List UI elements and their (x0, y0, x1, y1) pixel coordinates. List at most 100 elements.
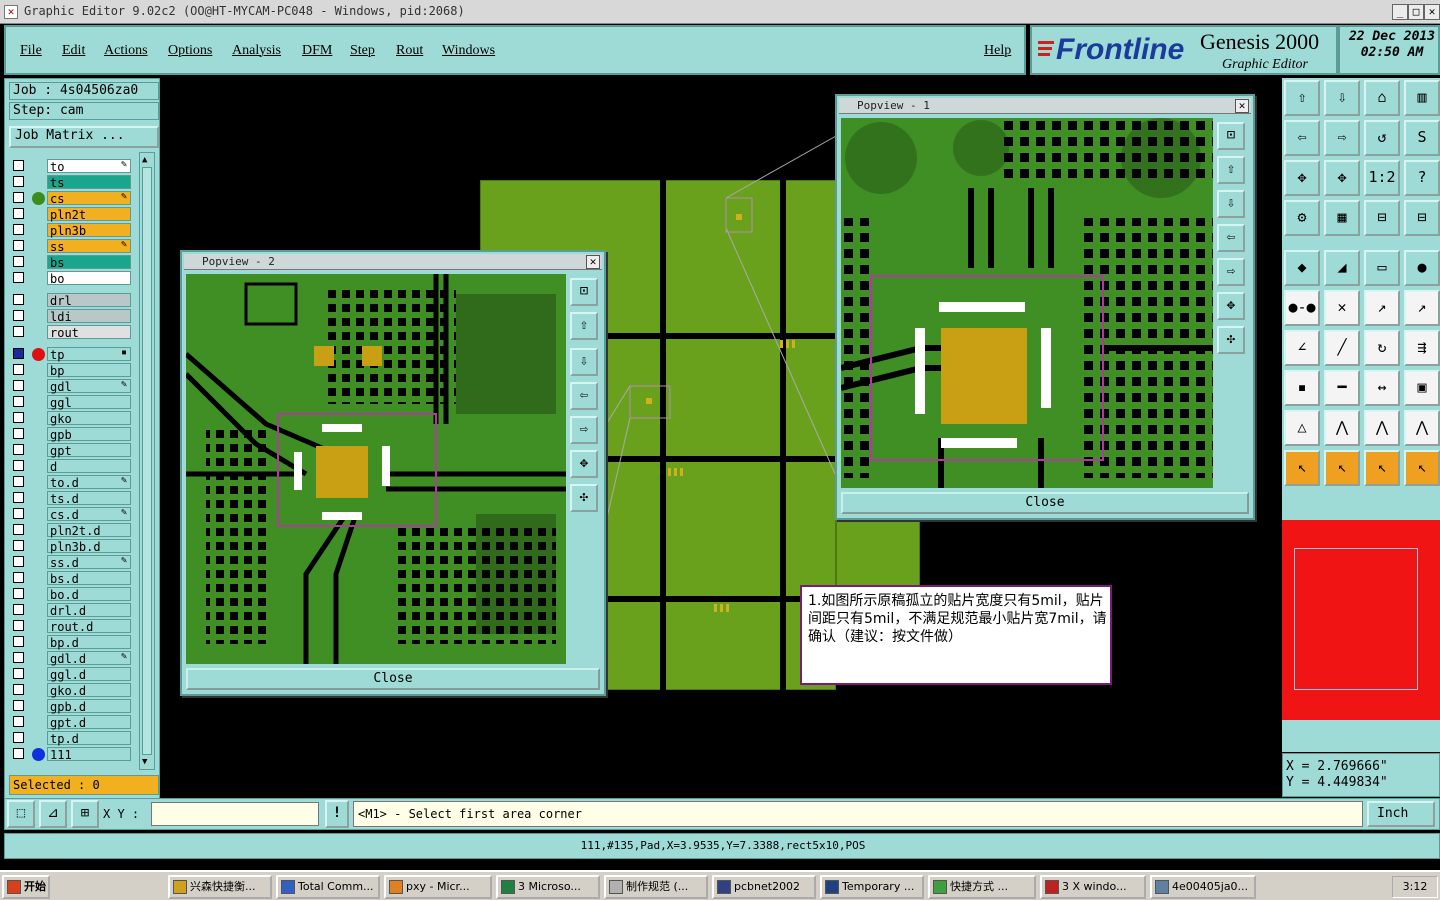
layer-name[interactable]: d (47, 459, 131, 474)
layer-name[interactable]: ggl.d (47, 667, 131, 682)
layer-row-drl[interactable]: drl (13, 293, 133, 308)
layer-row-tp-d[interactable]: tp.d (13, 731, 133, 746)
layer-name[interactable]: tp (47, 347, 131, 362)
minimize-button[interactable]: _ (1392, 4, 1408, 20)
layer-name[interactable]: gdl.d (47, 651, 131, 666)
layer-row-gpt-d[interactable]: gpt.d (13, 715, 133, 730)
layer-name[interactable]: gpb (47, 427, 131, 442)
layer-checkbox[interactable] (13, 508, 24, 519)
layer-row-pln2t[interactable]: pln2t (13, 207, 133, 222)
popview-2-pan-down-icon[interactable]: ⇩ (570, 348, 598, 376)
layer-row-gdl-d[interactable]: gdl.d ✎ (13, 651, 133, 666)
taskbar-item[interactable]: pxy - Micr... (384, 875, 492, 899)
popview-1-close-icon[interactable]: ✕ (1235, 99, 1249, 113)
layer-row-gpt[interactable]: gpt (13, 443, 133, 458)
layer-checkbox[interactable] (13, 652, 24, 663)
tool-button-icon[interactable]: ╱ (1324, 330, 1360, 366)
tool-button-icon[interactable]: ⇨ (1324, 120, 1360, 156)
tool-button-icon[interactable]: ▦ (1324, 200, 1360, 236)
layer-row-gpb[interactable]: gpb (13, 427, 133, 442)
popview-1-zoom-out-icon[interactable]: ✣ (1217, 326, 1245, 354)
layer-row-to[interactable]: to ✎ (13, 159, 133, 174)
layer-checkbox[interactable] (13, 668, 24, 679)
tool-button-icon[interactable]: ◆ (1284, 250, 1320, 286)
layer-row-tp[interactable]: tp ▪ (13, 347, 133, 362)
tool-button-icon[interactable]: ⇧ (1284, 80, 1320, 116)
taskbar-item[interactable]: pcbnet2002 (712, 875, 816, 899)
tool-button-icon[interactable]: ⋀ (1404, 410, 1440, 446)
popview-2-pan-up-icon[interactable]: ⇧ (570, 312, 598, 340)
popview-1-fit-icon[interactable]: ⊡ (1217, 122, 1245, 150)
tool-button-icon[interactable]: ↖ (1404, 450, 1440, 486)
popview-2-close-icon[interactable]: ✕ (586, 255, 600, 269)
layer-name[interactable]: gko.d (47, 683, 131, 698)
tool-button-icon[interactable]: ↖ (1284, 450, 1320, 486)
menu-actions[interactable]: Actions (104, 43, 148, 59)
scroll-thumb[interactable] (142, 167, 152, 755)
layer-name[interactable]: bs (47, 255, 131, 270)
tool-button-icon[interactable]: ◢ (1324, 250, 1360, 286)
layer-checkbox[interactable] (13, 240, 24, 251)
layer-checkbox[interactable] (13, 636, 24, 647)
layer-name[interactable]: bp.d (47, 635, 131, 650)
layer-name[interactable]: bo.d (47, 587, 131, 602)
tool-button-icon[interactable]: ⋀ (1364, 410, 1400, 446)
tool-button-icon[interactable]: ▭ (1364, 250, 1400, 286)
layer-name[interactable]: ss.d (47, 555, 131, 570)
layer-name[interactable]: ss (47, 239, 131, 254)
layer-name[interactable]: cs (47, 191, 131, 206)
popview-1-close-button[interactable]: Close (841, 492, 1249, 514)
layer-checkbox[interactable] (13, 492, 24, 503)
tool-button-icon[interactable]: ∠ (1284, 330, 1320, 366)
tool-button-icon[interactable]: ↖ (1324, 450, 1360, 486)
tool-button-icon[interactable]: ⇦ (1284, 120, 1320, 156)
overview-viewport[interactable] (1294, 548, 1418, 690)
tool-button-icon[interactable]: ↗ (1364, 290, 1400, 326)
taskbar-item[interactable]: 3 Microso... (496, 875, 600, 899)
popview-1-board[interactable] (841, 118, 1213, 488)
popview-2-pan-right-icon[interactable]: ⇨ (570, 416, 598, 444)
layer-name[interactable]: gpt.d (47, 715, 131, 730)
taskbar-item[interactable]: 制作规范 (... (604, 875, 708, 899)
layer-checkbox[interactable] (13, 732, 24, 743)
layer-checkbox[interactable] (13, 460, 24, 471)
layer-checkbox[interactable] (13, 208, 24, 219)
menu-windows[interactable]: Windows (442, 43, 495, 59)
maximize-button[interactable]: □ (1408, 4, 1424, 20)
layer-row-bs[interactable]: bs (13, 255, 133, 270)
layer-checkbox[interactable] (13, 540, 24, 551)
layer-row-bo-d[interactable]: bo.d (13, 587, 133, 602)
tool-button-icon[interactable]: ● (1404, 250, 1440, 286)
layer-row-gpb-d[interactable]: gpb.d (13, 699, 133, 714)
layer-row-pln2t-d[interactable]: pln2t.d (13, 523, 133, 538)
taskbar-item[interactable]: 4e00405ja0... (1150, 875, 1256, 899)
measure-icon[interactable]: ⊿ (39, 800, 67, 828)
layer-checkbox[interactable] (13, 748, 24, 759)
taskbar-item[interactable]: Total Comm... (276, 875, 380, 899)
tool-button-icon[interactable]: ▪ (1284, 370, 1320, 406)
layer-name[interactable]: tp.d (47, 731, 131, 746)
tool-button-icon[interactable]: ⊟ (1404, 200, 1440, 236)
tool-button-icon[interactable]: △ (1284, 410, 1320, 446)
layer-name[interactable]: pln2t (47, 207, 131, 222)
tool-button-icon[interactable]: ▥ (1404, 80, 1440, 116)
layer-checkbox[interactable] (13, 326, 24, 337)
layer-name[interactable]: bo (47, 271, 131, 286)
layer-checkbox[interactable] (13, 364, 24, 375)
layer-checkbox[interactable] (13, 572, 24, 583)
popview-2-titlebar[interactable]: Popview - 2 ✕ (184, 254, 602, 270)
layer-name[interactable]: ts (47, 175, 131, 190)
menu-step[interactable]: Step (350, 43, 375, 59)
tool-button-icon[interactable]: ━ (1324, 370, 1360, 406)
layer-name[interactable]: to (47, 159, 131, 174)
layer-name[interactable]: gpb.d (47, 699, 131, 714)
menu-file[interactable]: File (20, 43, 42, 59)
layer-checkbox[interactable] (13, 524, 24, 535)
layer-name[interactable]: gdl (47, 379, 131, 394)
layer-checkbox[interactable] (13, 444, 24, 455)
menu-analysis[interactable]: Analysis (232, 43, 281, 59)
tool-button-icon[interactable]: ↔ (1364, 370, 1400, 406)
tool-button-icon[interactable]: ✥ (1284, 160, 1320, 196)
layer-row-cs-d[interactable]: cs.d ✎ (13, 507, 133, 522)
layer-row-pln3b[interactable]: pln3b (13, 223, 133, 238)
